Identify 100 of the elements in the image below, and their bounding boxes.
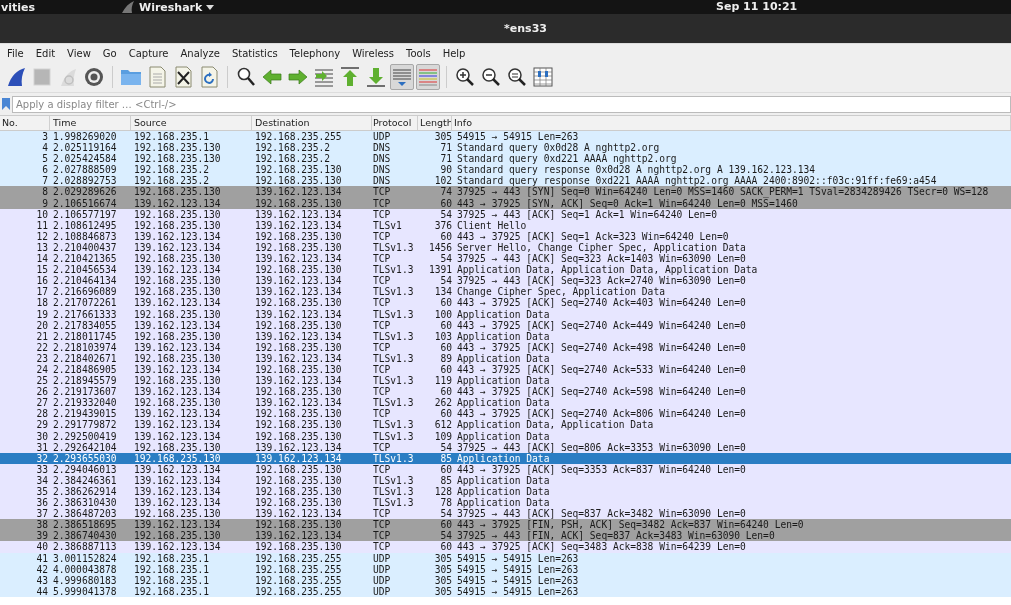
length: 85 [439, 452, 452, 464]
resize-columns-button[interactable] [531, 64, 555, 90]
timestamp: 2.218103974 [52, 341, 118, 353]
column-header[interactable]: Destination [252, 116, 372, 130]
packet-row[interactable]: 19 2.217661333 192.168.235.130 139.162.123.134 TLSv1.3 100 Application Data [0, 308, 1011, 320]
packet-row[interactable]: 7 2.028892753 192.168.235.2 192.168.235.130 DNS 102 Standard query response 0xd221 AAAA nghttp2.org AAAA 2400:8902::f03c:91ff:fe69:a454 [0, 175, 1011, 187]
packet-row[interactable]: 38 2.386518695 139.162.123.134 192.168.235.130 TCP 60 443 → 37925 [FIN, PSH, ACK] Seq=3482 Ack=837 Win=64240 Len=0 [0, 519, 1011, 531]
source-address: 192.168.235.130 [133, 441, 222, 453]
packet-row[interactable]: 35 2.386262914 139.162.123.134 192.168.235.130 TLSv1.3 128 Application Data [0, 486, 1011, 498]
packet-row[interactable]: 36 2.386310430 139.162.123.134 192.168.235.130 TLSv1.3 78 Application Data [0, 497, 1011, 509]
colorize-button[interactable] [416, 64, 440, 90]
packet-row[interactable]: 25 2.218945579 192.168.235.130 139.162.123.134 TLSv1.3 119 Application Data [0, 375, 1011, 387]
menu-item[interactable]: Statistics [231, 47, 290, 59]
packet-row[interactable]: 32 2.293655030 192.168.235.130 139.162.123.134 TLSv1.3 85 Application Data [0, 452, 1011, 464]
packet-row[interactable]: 9 2.106516674 139.162.123.134 192.168.235.130 TCP 60 443 → 37925 [SYN, ACK] Seq=0 Ack=1 Win=64240 Len=0 MSS=1460 [0, 197, 1011, 209]
column-header[interactable]: No. [0, 116, 50, 130]
packet-row[interactable]: 26 2.219173607 139.162.123.134 192.168.235.130 TCP 60 443 → 37925 [ACK] Seq=2740 Ack=598 Win=64240 Len=0 [0, 386, 1011, 398]
packet-row[interactable]: 39 2.386740430 192.168.235.130 139.162.123.134 TCP 54 37925 → 443 [FIN, ACK] Seq=837 Ack=3483 Win=63090 Len=0 [0, 530, 1011, 542]
menu-item[interactable]: Wireless [352, 47, 406, 59]
packet-number: 43 [35, 574, 49, 586]
packet-row[interactable]: 43 4.999680183 192.168.235.1 192.168.235.255 UDP 305 54915 → 54915 Len=263 [0, 574, 1011, 586]
menu-item[interactable]: Tools [406, 47, 443, 59]
packet-row[interactable]: 33 2.294046013 139.162.123.134 192.168.235.130 TCP 60 443 → 37925 [ACK] Seq=3353 Ack=837 Win=64240 Len=0 [0, 463, 1011, 475]
clock[interactable]: Sep 11 10:21 [716, 0, 798, 14]
length: 90 [439, 164, 452, 176]
column-header[interactable]: Info [452, 116, 1011, 130]
destination-address: 192.168.235.255 [254, 131, 343, 143]
packet-row[interactable]: 20 2.217834055 139.162.123.134 192.168.235.130 TCP 60 443 → 37925 [ACK] Seq=2740 Ack=449 Win=64240 Len=0 [0, 319, 1011, 331]
timestamp: 2.216696089 [52, 286, 118, 298]
source-address: 139.162.123.134 [133, 241, 222, 254]
menu-item[interactable]: Analyze [180, 47, 232, 59]
menu-item[interactable]: Go [102, 47, 129, 59]
menu-item[interactable]: Capture [128, 47, 181, 59]
protocol: TLSv1.3 [372, 375, 415, 387]
display-filter-field[interactable]: Apply a display filter … <Ctrl-/> [12, 95, 1011, 113]
timestamp: 2.219173607 [52, 386, 118, 398]
packet-number: 30 [35, 430, 49, 442]
packet-row[interactable]: 5 2.025424584 192.168.235.130 192.168.235.2 DNS 71 Standard query 0xd221 AAAA nghttp2.org [0, 153, 1011, 165]
info: Application Data [456, 330, 550, 342]
info: Application Data [456, 474, 550, 486]
packet-row[interactable]: 3 1.998269020 192.168.235.1 192.168.235.255 UDP 305 54915 → 54915 Len=263 [0, 131, 1011, 143]
packet-row[interactable]: 6 2.027888509 192.168.235.2 192.168.235.130 DNS 90 Standard query response 0x0d28 A nghttp2.org A 139.162.123.134 [0, 164, 1011, 176]
autoscroll-button[interactable] [390, 64, 414, 90]
packet-row[interactable]: 18 2.217072261 139.162.123.134 192.168.235.130 TCP 60 443 → 37925 [ACK] Seq=2740 Ack=403 Win=64240 Len=0 [0, 297, 1011, 309]
packet-row[interactable]: 12 2.108846873 139.162.123.134 192.168.235.130 TCP 60 443 → 37925 [ACK] Seq=1 Ack=323 Win=64240 Len=0 [0, 230, 1011, 242]
destination-address: 139.162.123.134 [254, 352, 343, 364]
column-header[interactable]: Protocol [372, 116, 418, 130]
timestamp: 2.386740430 [52, 530, 118, 542]
packet-row[interactable]: 21 2.218011745 192.168.235.130 139.162.123.134 TLSv1.3 103 Application Data [0, 330, 1011, 342]
menu-item[interactable]: Edit [35, 47, 68, 59]
packet-row[interactable]: 15 2.210456534 139.162.123.134 192.168.235.130 TLSv1.3 1391 Application Data, Application Data, Application Data [0, 264, 1011, 276]
length: 612 [433, 419, 452, 431]
source-address: 192.168.235.130 [133, 142, 222, 154]
packet-row[interactable]: 29 2.291779872 139.162.123.134 192.168.235.130 TLSv1.3 612 Application Data, Application Data [0, 419, 1011, 431]
info: 37925 → 443 [ACK] Seq=1 Ack=1 Win=64240 Len=0 [456, 208, 718, 220]
packet-number: 19 [35, 308, 49, 320]
bookmark-icon[interactable] [2, 98, 10, 110]
menu-item[interactable]: File [7, 47, 36, 59]
packet-row[interactable]: 41 3.001152824 192.168.235.1 192.168.235.255 UDP 305 54915 → 54915 Len=263 [0, 552, 1011, 564]
menu-item[interactable]: Help [442, 47, 478, 59]
activities-label[interactable]: vities [0, 0, 121, 14]
packet-row[interactable]: 22 2.218103974 139.162.123.134 192.168.235.130 TCP 60 443 → 37925 [ACK] Seq=2740 Ack=498 Win=64240 Len=0 [0, 341, 1011, 353]
packet-row[interactable]: 14 2.210421365 192.168.235.130 139.162.123.134 TCP 54 37925 → 443 [ACK] Seq=323 Ack=1403 Win=63090 Len=0 [0, 253, 1011, 265]
source-address: 139.162.123.134 [133, 319, 222, 331]
protocol: TCP [372, 319, 392, 331]
info: 37925 → 443 [ACK] Seq=837 Ack=3482 Win=63090 Len=0 [456, 508, 746, 520]
packet-row[interactable]: 17 2.216696089 192.168.235.130 139.162.123.134 TLSv1.3 134 Change Cipher Spec, Application Data [0, 286, 1011, 298]
packet-row[interactable]: 11 2.108612495 192.168.235.130 139.162.123.134 TLSv1 376 Client Hello [0, 219, 1011, 231]
destination-address: 192.168.235.2 [254, 142, 332, 154]
length: 54 [439, 441, 452, 453]
timestamp: 2.292642104 [52, 441, 118, 453]
menu-item[interactable]: Telephony [289, 47, 353, 59]
length: 60 [439, 363, 452, 376]
packet-row[interactable]: 40 2.386887113 139.162.123.134 192.168.235.130 TCP 60 443 → 37925 [ACK] Seq=3483 Ack=838 Win=64239 Len=0 [0, 541, 1011, 553]
timestamp: 2.384246361 [52, 474, 118, 486]
packet-row[interactable]: 23 2.218402671 192.168.235.130 139.162.123.134 TLSv1.3 89 Application Data [0, 352, 1011, 364]
protocol: UDP [372, 585, 392, 597]
source-address: 192.168.235.130 [133, 508, 222, 520]
source-address: 139.162.123.134 [133, 419, 222, 431]
packet-row[interactable]: 37 2.386487203 192.168.235.130 139.162.123.134 TCP 54 37925 → 443 [ACK] Seq=837 Ack=3482 Win=63090 Len=0 [0, 508, 1011, 520]
column-header[interactable]: Source [131, 116, 252, 130]
packet-row[interactable]: 16 2.210464134 192.168.235.130 139.162.123.134 TCP 54 37925 → 443 [ACK] Seq=323 Ack=2740 Win=63090 Len=0 [0, 275, 1011, 287]
app-menu[interactable]: Wireshark [121, 0, 215, 14]
packet-row[interactable]: 8 2.029289626 192.168.235.130 139.162.123.134 TCP 74 37925 → 443 [SYN] Seq=0 Win=64240 Len=0 MSS=1460 SACK_PERM=1 TSval=2834289426 TSecr=0 WS=128 [0, 186, 1011, 198]
source-address: 192.168.235.1 [133, 574, 211, 586]
protocol: DNS [372, 153, 392, 165]
info: 37925 → 443 [ACK] Seq=806 Ack=3353 Win=63090 Len=0 [456, 441, 747, 453]
destination-address: 192.168.235.130 [254, 197, 343, 209]
packet-number: 40 [35, 541, 49, 553]
packet-row[interactable]: 30 2.292500419 139.162.123.134 192.168.235.130 TLSv1.3 109 Application Data [0, 430, 1011, 442]
packet-row[interactable]: 27 2.219332040 192.168.235.130 139.162.123.134 TLSv1.3 262 Application Data [0, 397, 1011, 409]
packet-row[interactable]: 28 2.219439015 139.162.123.134 192.168.235.130 TCP 60 443 → 37925 [ACK] Seq=2740 Ack=806 Win=64240 Len=0 [0, 408, 1011, 420]
packet-row[interactable]: 31 2.292642104 192.168.235.130 139.162.123.134 TCP 54 37925 → 443 [ACK] Seq=806 Ack=3353 Win=63090 Len=0 [0, 441, 1011, 453]
packet-row[interactable]: 4 2.025119164 192.168.235.130 192.168.235.2 DNS 71 Standard query 0x0d28 A nghttp2.org [0, 142, 1011, 154]
packet-row[interactable]: 42 4.000043878 192.168.235.1 192.168.235.255 UDP 305 54915 → 54915 Len=263 [0, 563, 1011, 575]
packet-row[interactable]: 44 5.999041378 192.168.235.1 192.168.235.255 UDP 305 54915 → 54915 Len=263 [0, 585, 1011, 597]
column-header[interactable]: Time [50, 116, 131, 130]
menu-item[interactable]: View [67, 47, 103, 59]
packet-row[interactable]: 10 2.106577197 192.168.235.130 139.162.123.134 TCP 54 37925 → 443 [ACK] Seq=1 Ack=1 Win=64240 Len=0 [0, 208, 1011, 220]
source-address: 139.162.123.134 [133, 497, 222, 509]
